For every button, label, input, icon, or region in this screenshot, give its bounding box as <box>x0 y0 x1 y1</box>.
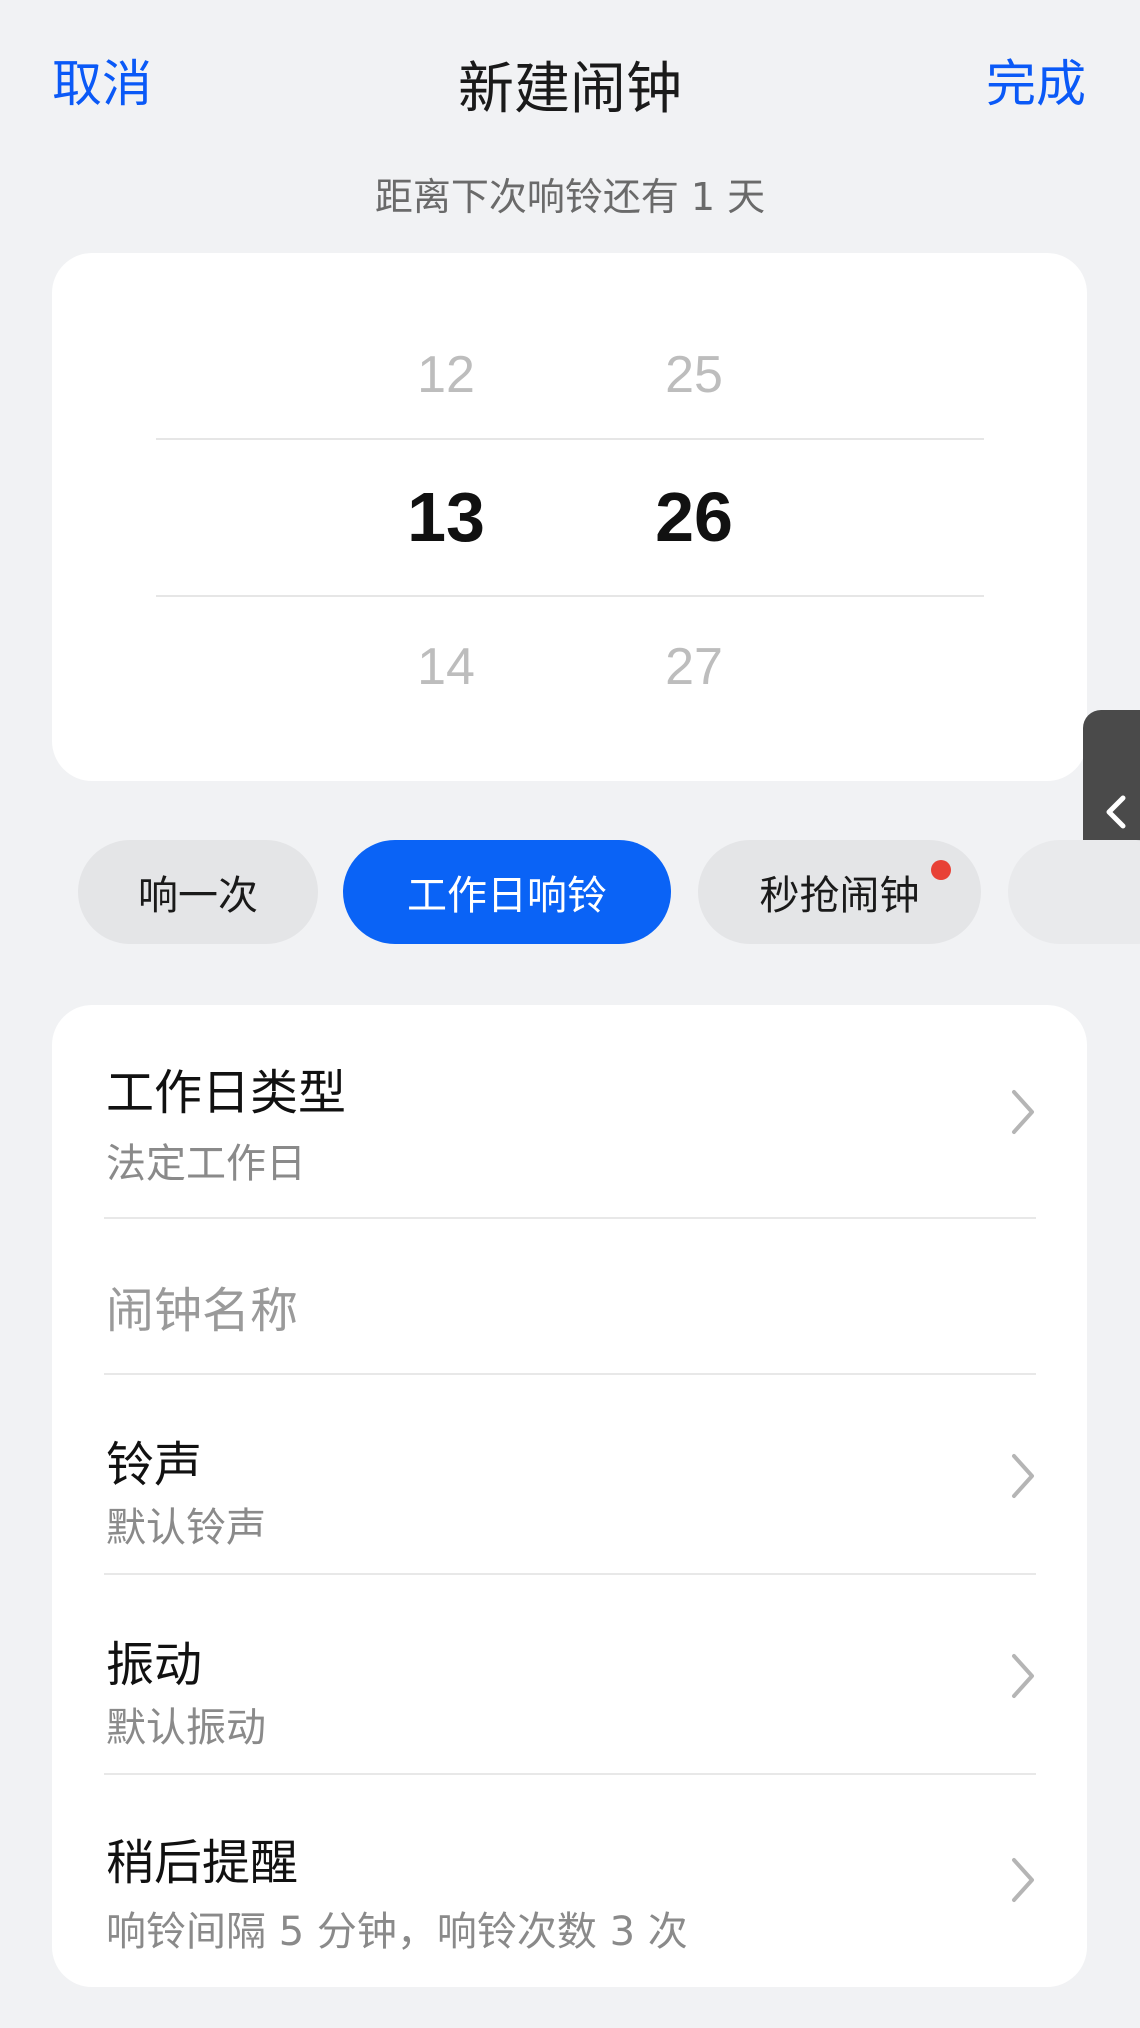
new-badge-dot <box>931 860 951 880</box>
time-picker[interactable]: 12 13 14 25 26 27 <box>52 253 1087 781</box>
chip-workday-ring[interactable]: 工作日响铃 <box>343 840 671 944</box>
hour-next[interactable]: 14 <box>346 637 546 697</box>
header: 取消 新建闹钟 完成 <box>0 0 1140 160</box>
vibration-row[interactable]: 振动 默认振动 <box>52 1575 1087 1775</box>
vibration-value: 默认振动 <box>106 1705 266 1751</box>
chevron-right-icon <box>1012 1654 1034 1698</box>
ringtone-title: 铃声 <box>106 1437 203 1493</box>
snooze-title: 稍后提醒 <box>106 1835 299 1891</box>
repeat-mode-chips: 响一次 工作日响铃 秒抢闹钟 <box>0 840 1140 946</box>
minute-selected[interactable]: 26 <box>594 477 794 557</box>
workday-type-value: 法定工作日 <box>106 1141 306 1187</box>
workday-type-title: 工作日类型 <box>106 1065 347 1121</box>
new-alarm-screen: 取消 新建闹钟 完成 距离下次响铃还有 1 天 12 13 14 25 26 2… <box>0 0 1140 2028</box>
hour-prev[interactable]: 12 <box>346 345 546 405</box>
alarm-name-input[interactable]: 闹钟名称 <box>106 1271 298 1341</box>
alarm-name-row[interactable]: 闹钟名称 <box>52 1219 1087 1375</box>
chevron-left-icon <box>1106 795 1126 829</box>
next-ring-info: 距离下次响铃还有 1 天 <box>374 175 766 219</box>
chevron-right-icon <box>1012 1090 1034 1134</box>
minute-prev[interactable]: 25 <box>594 345 794 405</box>
picker-divider-bottom <box>156 595 984 597</box>
hour-selected[interactable]: 13 <box>346 477 546 557</box>
settings-list: 工作日类型 法定工作日 闹钟名称 铃声 默认铃声 振动 默认振动 稍后提醒 响铃… <box>52 1005 1087 1987</box>
snooze-row[interactable]: 稍后提醒 响铃间隔 5 分钟，响铃次数 3 次 <box>52 1775 1087 1987</box>
ringtone-value: 默认铃声 <box>106 1505 266 1551</box>
chip-ring-once[interactable]: 响一次 <box>78 840 318 944</box>
snooze-value: 响铃间隔 5 分钟，响铃次数 3 次 <box>106 1909 688 1955</box>
picker-divider-top <box>156 438 984 440</box>
page-title: 新建闹钟 <box>458 57 682 122</box>
minute-next[interactable]: 27 <box>594 637 794 697</box>
chip-quick-alarm-label: 秒抢闹钟 <box>759 873 920 919</box>
chevron-right-icon <box>1012 1454 1034 1498</box>
done-button[interactable]: 完成 <box>986 44 1086 116</box>
vibration-title: 振动 <box>106 1637 203 1693</box>
chip-more[interactable] <box>1008 840 1140 944</box>
ringtone-row[interactable]: 铃声 默认铃声 <box>52 1375 1087 1575</box>
cancel-button[interactable]: 取消 <box>52 44 152 116</box>
workday-type-row[interactable]: 工作日类型 法定工作日 <box>52 1005 1087 1219</box>
chip-quick-alarm[interactable]: 秒抢闹钟 <box>698 840 981 944</box>
chevron-right-icon <box>1012 1858 1034 1902</box>
